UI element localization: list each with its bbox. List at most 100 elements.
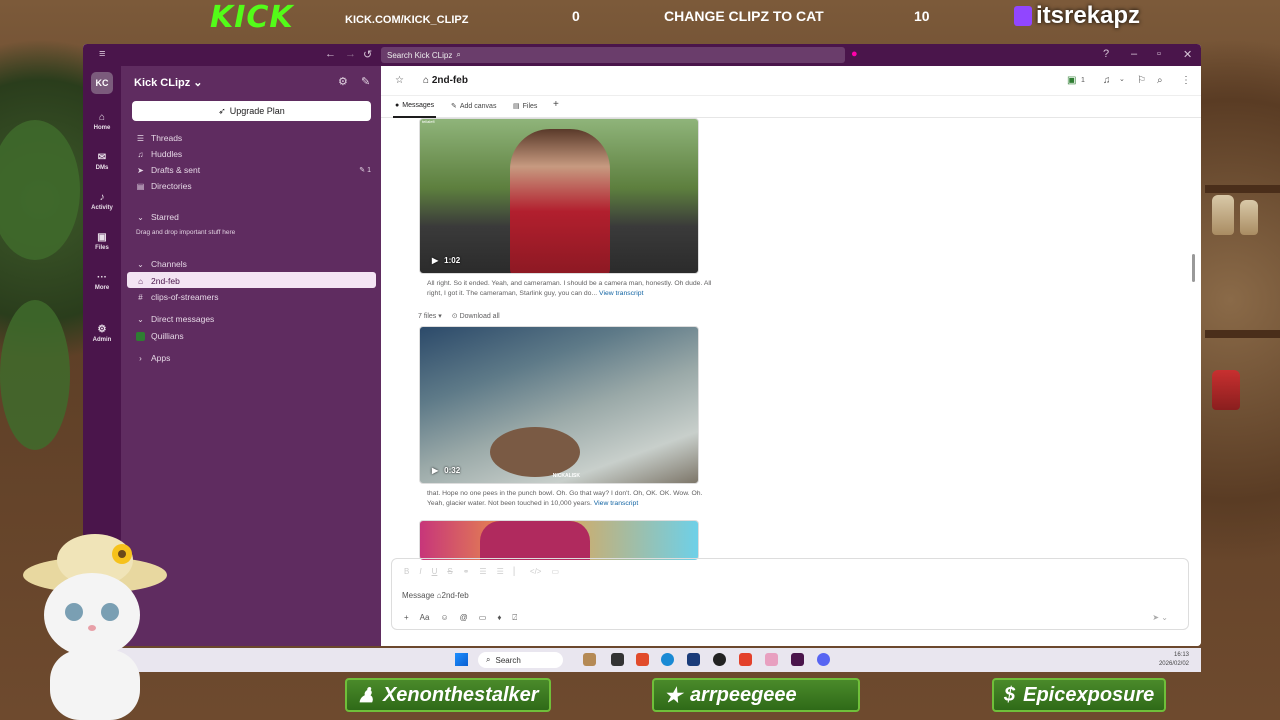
code-icon[interactable]: </>	[530, 567, 542, 576]
workspace-name[interactable]: Kick CLipz ⌄	[134, 76, 203, 89]
rail-dms[interactable]: ✉ DMs	[83, 152, 121, 171]
taskbar-search[interactable]: ⌕ Search	[478, 652, 563, 668]
link-icon[interactable]: ⚭	[463, 567, 470, 576]
tab-add-canvas[interactable]: ✎ Add canvas	[451, 102, 496, 111]
sidebar-item-clips-of-streamers[interactable]: # clips-of-streamers	[136, 292, 218, 302]
bold-icon[interactable]: B	[404, 567, 409, 576]
follow-badge: ★ arrpeegeee	[652, 678, 860, 712]
chevron-down-icon: ⌄	[137, 259, 144, 269]
more-options-icon[interactable]: ⋮	[1181, 75, 1191, 86]
blockquote-icon[interactable]: ▏	[514, 567, 520, 576]
lock-icon: ⌂	[138, 276, 143, 286]
sidebar-item-drafts[interactable]: ➤ Drafts & sent ✎ 1	[136, 165, 371, 175]
search-input[interactable]: Search Kick CLipz ⌕	[381, 47, 845, 63]
discord-icon[interactable]	[817, 653, 830, 666]
help-icon[interactable]: ?	[1103, 48, 1109, 60]
tab-files[interactable]: ▤ Files	[513, 102, 537, 111]
rail-more[interactable]: ··· More	[83, 272, 121, 291]
bullet-list-icon[interactable]: ☰	[497, 567, 504, 576]
score-left: 0	[572, 8, 580, 24]
headphones-icon[interactable]: ♫	[1103, 75, 1111, 86]
scrollbar[interactable]	[1192, 254, 1195, 282]
channel-title[interactable]: ⌂ 2nd-feb	[423, 75, 468, 86]
underline-icon[interactable]: U	[432, 567, 438, 576]
forward-icon[interactable]: →	[345, 48, 356, 60]
history-icon[interactable]: ↺	[363, 48, 372, 61]
back-icon[interactable]: ←	[325, 48, 336, 60]
brave-icon[interactable]	[739, 653, 752, 666]
maximize-icon[interactable]: ▫	[1157, 48, 1161, 60]
rail-home[interactable]: ⌂ Home	[83, 112, 121, 131]
sidebar-item-2nd-feb[interactable]: ⌂ 2nd-feb	[136, 276, 180, 286]
sidebar-item-dm-quillians[interactable]: Quillians	[136, 331, 184, 341]
upgrade-plan-button[interactable]: ➶ Upgrade Plan	[132, 101, 371, 121]
obs-icon[interactable]	[713, 653, 726, 666]
rail-admin[interactable]: ⚙ Admin	[83, 324, 121, 343]
video-attachment[interactable]	[419, 520, 699, 560]
format-toolbar: B I U S ⚭ ☰ ☰ ▏ </> ▭	[404, 567, 559, 576]
emoji-icon[interactable]: ☺	[440, 613, 448, 623]
text-format-icon[interactable]: Aa	[420, 613, 430, 623]
slash-icon[interactable]: ⍁	[512, 613, 517, 623]
play-icon[interactable]: ▶	[432, 256, 438, 265]
workspace-avatar[interactable]: KC	[91, 72, 113, 94]
members-icon[interactable]: ▣	[1067, 75, 1076, 86]
menu-icon[interactable]: ≡	[99, 48, 105, 60]
rail-files[interactable]: ▣ Files	[83, 232, 121, 251]
dm-header[interactable]: ⌄ Direct messages	[136, 314, 214, 324]
send-icon[interactable]: ➤ ⌄	[1152, 613, 1168, 622]
message-composer[interactable]: B I U S ⚭ ☰ ☰ ▏ </> ▭ Message ⌂2nd-feb +…	[391, 558, 1189, 630]
donation-badge: $ Epicexposure	[992, 678, 1167, 712]
plus-icon[interactable]: +	[404, 613, 409, 623]
mention-icon[interactable]: @	[460, 613, 468, 623]
sidebar-item-directories[interactable]: ▤ Directories	[136, 181, 192, 191]
widgets-icon[interactable]	[583, 653, 596, 666]
slack-window: ≡ ← → ↺ Search Kick CLipz ⌕ ● ? – ▫ ✕ KC…	[83, 44, 1201, 646]
jar	[1212, 370, 1240, 410]
code-block-icon[interactable]: ▭	[551, 567, 559, 576]
search-icon: ⌕	[456, 50, 461, 59]
view-transcript-link[interactable]: View transcript	[599, 290, 643, 297]
slack-icon[interactable]	[791, 653, 804, 666]
star-icon: ★	[664, 684, 682, 707]
close-icon[interactable]: ✕	[1183, 48, 1192, 61]
video-duration: ▶ 0:32	[432, 466, 461, 475]
add-tab-button[interactable]: +	[553, 99, 559, 110]
tab-messages[interactable]: ● Messages	[392, 102, 437, 118]
files-count[interactable]: 7 files ▾	[418, 312, 442, 320]
store-icon[interactable]	[687, 653, 700, 666]
view-transcript-link[interactable]: View transcript	[594, 500, 638, 507]
ordered-list-icon[interactable]: ☰	[479, 567, 486, 576]
windows-start-icon[interactable]	[455, 653, 468, 666]
message-input[interactable]: Message ⌂2nd-feb	[402, 591, 469, 600]
download-all-button[interactable]: ⊙ Download all	[452, 312, 500, 320]
play-icon[interactable]: ▶	[432, 466, 438, 475]
video-attachment[interactable]: NICKALISK ▶ 0:32	[419, 326, 699, 484]
shelf	[1205, 185, 1280, 193]
strikethrough-icon[interactable]: S	[447, 567, 452, 576]
notifications-icon[interactable]: ⚐	[1137, 75, 1146, 86]
sidebar-item-threads[interactable]: ☰ Threads	[136, 133, 182, 143]
clock[interactable]: 16:13 2026/02/02	[1159, 651, 1189, 669]
rail-activity[interactable]: ♪ Activity	[83, 192, 121, 211]
search-icon[interactable]: ⌕	[1157, 75, 1163, 86]
settings-icon[interactable]: ⚙	[338, 75, 348, 88]
sidebar-item-starred[interactable]: ⌄ Starred	[136, 212, 179, 222]
video-attachment[interactable]: tellalefl ▶ 1:02	[419, 118, 699, 274]
ai-icon[interactable]: ●	[851, 48, 858, 60]
mic-icon[interactable]: ♦	[497, 613, 501, 623]
star-icon[interactable]: ☆	[395, 75, 404, 86]
sidebar-item-huddles[interactable]: ♫ Huddles	[136, 149, 183, 159]
copilot-icon[interactable]	[636, 653, 649, 666]
italic-icon[interactable]: I	[419, 567, 421, 576]
compose-icon[interactable]: ✎	[361, 75, 370, 88]
minimize-icon[interactable]: –	[1131, 48, 1137, 60]
edge-icon[interactable]	[661, 653, 674, 666]
video-icon[interactable]: ▭	[479, 613, 487, 623]
taskview-icon[interactable]	[611, 653, 624, 666]
chevron-down-icon[interactable]: ⌄	[1119, 75, 1125, 83]
sidebar-item-apps[interactable]: › Apps	[136, 353, 170, 363]
channel-header: ☆ ⌂ 2nd-feb ▣ 1 ♫ ⌄ ⚐ ⌕ ⋮	[381, 66, 1201, 96]
app-icon[interactable]	[765, 653, 778, 666]
channels-header[interactable]: ⌄ Channels	[136, 259, 187, 269]
